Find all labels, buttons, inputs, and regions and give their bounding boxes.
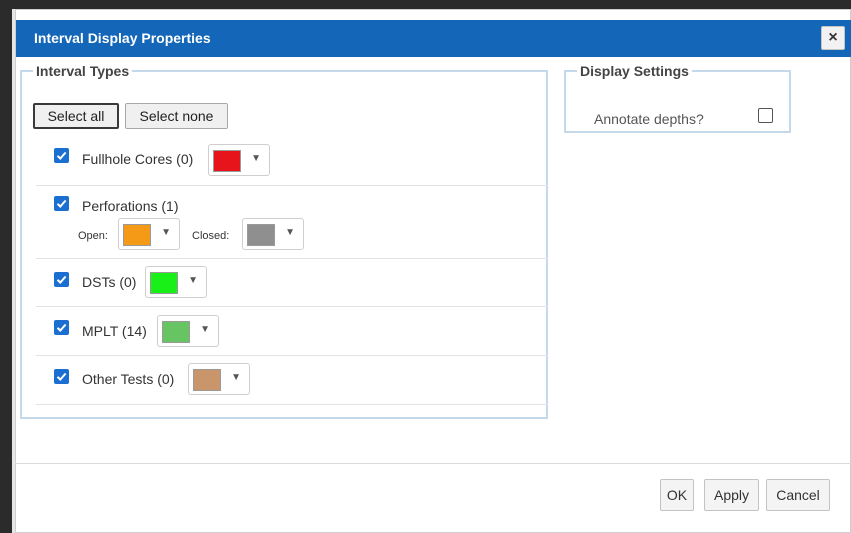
row-divider — [36, 258, 548, 259]
caret-down-icon: ▼ — [200, 324, 210, 335]
checkmark-icon — [56, 372, 67, 381]
mplt-color-picker[interactable]: ▼ — [157, 315, 219, 347]
cancel-button[interactable]: Cancel — [766, 479, 830, 511]
checkmark-icon — [56, 275, 67, 284]
color-swatch — [193, 369, 221, 391]
close-button[interactable]: × — [821, 26, 845, 50]
perforations-closed-label: Closed: — [192, 230, 230, 242]
color-swatch — [162, 321, 190, 343]
select-all-button[interactable]: Select all — [33, 103, 119, 129]
apply-button[interactable]: Apply — [704, 479, 759, 511]
display-settings-legend: Display Settings — [580, 63, 689, 79]
ok-button[interactable]: OK — [660, 479, 694, 511]
row-divider — [36, 355, 548, 356]
dialog-titlebar: Interval Display Properties × — [16, 20, 851, 57]
perforations-closed-color-picker[interactable]: ▼ — [242, 218, 304, 250]
footer-divider — [15, 463, 851, 464]
perforations-open-label: Open: — [78, 230, 108, 242]
color-swatch — [213, 150, 241, 172]
window-frame-top — [0, 0, 851, 9]
checkmark-icon — [56, 323, 67, 332]
annotate-depths-label: Annotate depths? — [594, 111, 704, 127]
window-frame-left — [0, 0, 12, 533]
dsts-checkbox[interactable] — [54, 272, 69, 287]
caret-down-icon: ▼ — [231, 372, 241, 383]
row-divider — [36, 404, 548, 405]
row-divider — [36, 306, 548, 307]
other-tests-checkbox[interactable] — [54, 369, 69, 384]
caret-down-icon: ▼ — [285, 227, 295, 238]
close-icon: × — [828, 29, 838, 46]
caret-down-icon: ▼ — [161, 227, 171, 238]
fullhole-cores-label: Fullhole Cores (0) — [82, 151, 194, 167]
dsts-label: DSTs (0) — [82, 274, 137, 290]
select-none-button[interactable]: Select none — [125, 103, 228, 129]
other-tests-label: Other Tests (0) — [82, 371, 175, 387]
interval-types-legend: Interval Types — [36, 63, 130, 79]
fullhole-cores-color-picker[interactable]: ▼ — [208, 144, 270, 176]
color-swatch — [123, 224, 151, 246]
caret-down-icon: ▼ — [188, 275, 198, 286]
caret-down-icon: ▼ — [251, 153, 261, 164]
dialog-title: Interval Display Properties — [34, 30, 211, 46]
fullhole-cores-checkbox[interactable] — [54, 148, 69, 163]
color-swatch — [150, 272, 178, 294]
other-tests-color-picker[interactable]: ▼ — [188, 363, 250, 395]
perforations-checkbox[interactable] — [54, 196, 69, 211]
dsts-color-picker[interactable]: ▼ — [145, 266, 207, 298]
checkmark-icon — [56, 151, 67, 160]
mplt-label: MPLT (14) — [82, 323, 147, 339]
row-divider — [36, 185, 548, 186]
perforations-label: Perforations (1) — [82, 198, 179, 214]
color-swatch — [247, 224, 275, 246]
perforations-open-color-picker[interactable]: ▼ — [118, 218, 180, 250]
checkmark-icon — [56, 199, 67, 208]
mplt-checkbox[interactable] — [54, 320, 69, 335]
annotate-depths-checkbox[interactable] — [758, 108, 773, 123]
